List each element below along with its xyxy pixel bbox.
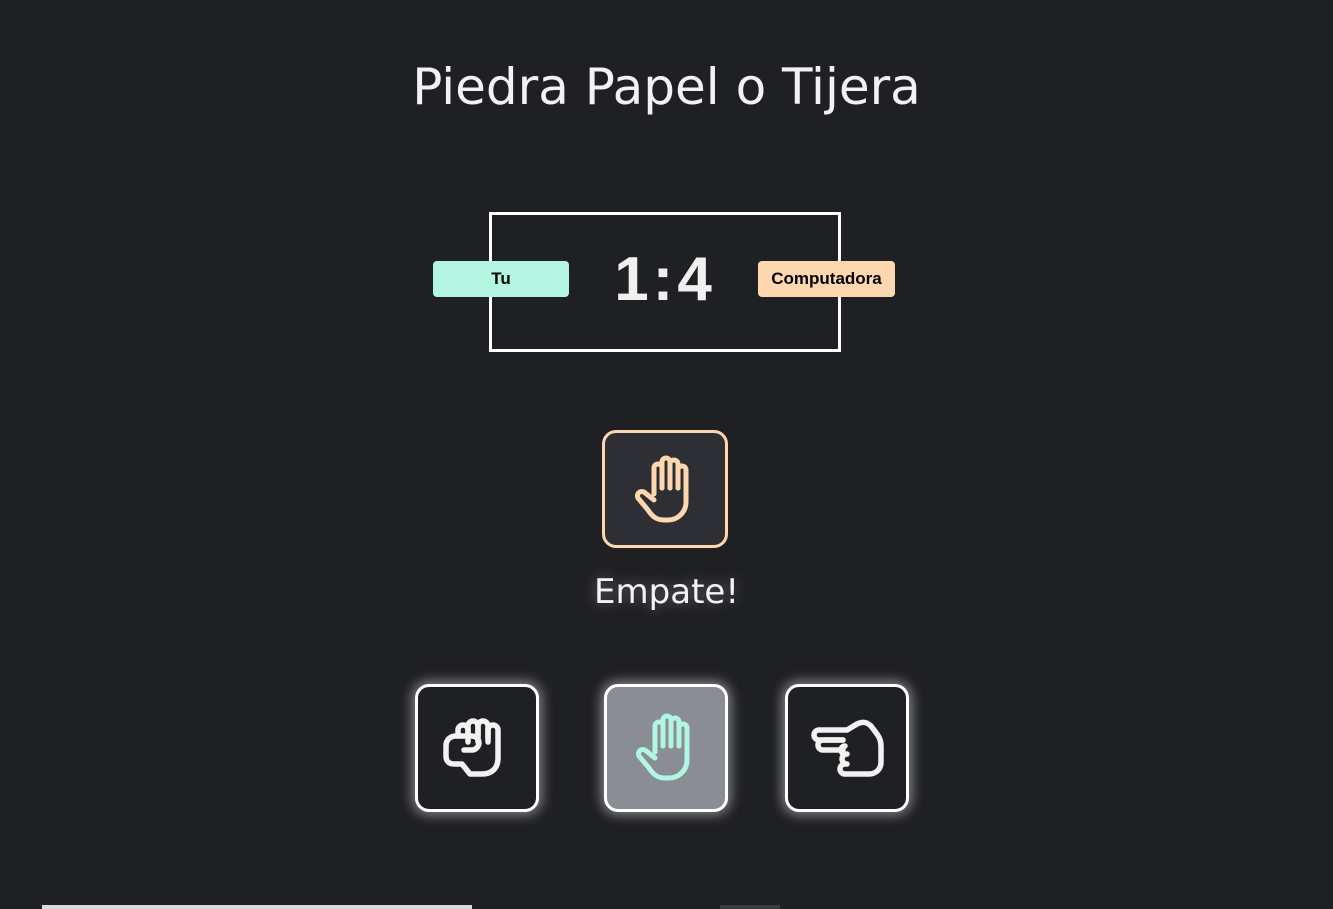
- scrollbar-thumb: [720, 905, 780, 909]
- result-message: Empate!: [594, 572, 739, 612]
- scissors-button[interactable]: [785, 684, 909, 812]
- hand-scissors-icon: [809, 716, 885, 780]
- score-separator: :: [652, 245, 678, 314]
- page-title: Piedra Papel o Tijera: [412, 58, 921, 116]
- scrollbar-track: [42, 905, 472, 909]
- hand-paper-icon: [633, 712, 699, 784]
- user-badge: Tu: [433, 261, 569, 297]
- rock-button[interactable]: [415, 684, 539, 812]
- paper-button[interactable]: [604, 684, 728, 812]
- computer-choice: [602, 430, 728, 548]
- score-display: 1:4: [560, 244, 770, 315]
- hand-paper-icon: [632, 454, 698, 524]
- user-score: 1: [614, 245, 653, 314]
- cpu-score: 4: [677, 245, 716, 314]
- computer-badge: Computadora: [758, 261, 895, 297]
- hand-rock-icon: [440, 716, 514, 780]
